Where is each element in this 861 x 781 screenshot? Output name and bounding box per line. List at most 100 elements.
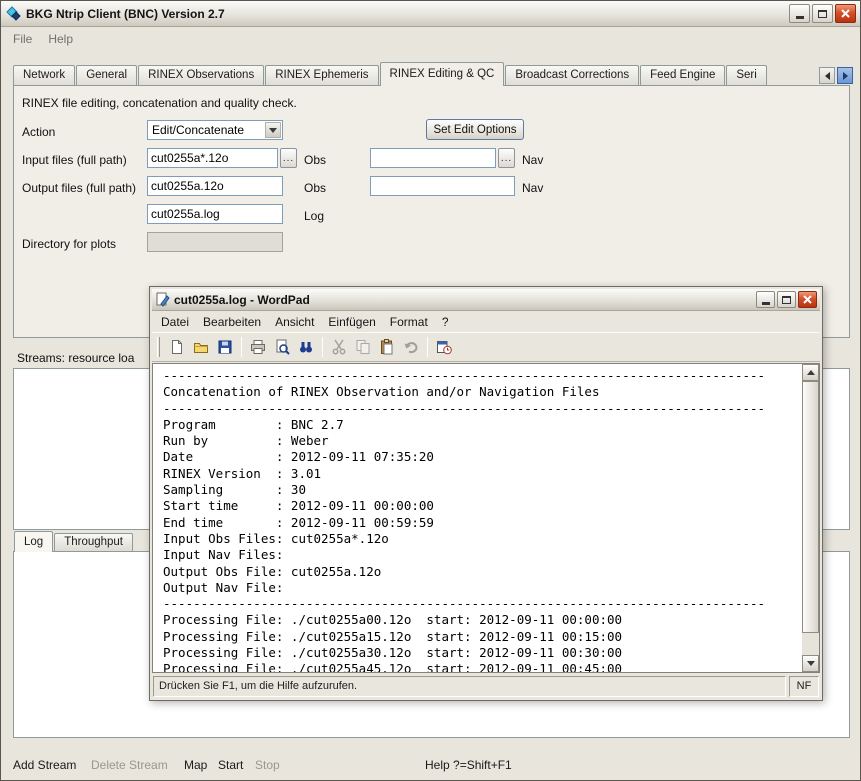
- wordpad-maximize-button[interactable]: [777, 291, 796, 308]
- wordpad-toolbar: [152, 332, 820, 362]
- menu-format[interactable]: Format: [383, 313, 435, 331]
- output-nav-field[interactable]: [370, 176, 515, 196]
- input-obs-field[interactable]: [147, 148, 278, 168]
- combo-dropdown-button[interactable]: [265, 122, 281, 138]
- insert-datetime-button[interactable]: [432, 335, 456, 359]
- wordpad-menubar: Datei Bearbeiten Ansicht Einfügen Format…: [152, 312, 820, 332]
- log-line: Processing File: ./cut0255a45.12o start:…: [163, 661, 802, 672]
- streams-label: Streams: resource loa: [17, 351, 134, 365]
- menu-help[interactable]: Help: [40, 30, 81, 48]
- copy-icon: [355, 339, 371, 355]
- bnc-main-window: BKG Ntrip Client (BNC) Version 2.7 File …: [0, 0, 861, 781]
- undo-button[interactable]: [399, 335, 423, 359]
- log-line: End time : 2012-09-11 00:59:59: [163, 515, 802, 531]
- log-file-field[interactable]: [147, 204, 283, 224]
- cut-icon: [331, 339, 347, 355]
- log-line: Program : BNC 2.7: [163, 417, 802, 433]
- help-shortcut-label[interactable]: Help ?=Shift+F1: [425, 758, 512, 772]
- tab-rinex-observations[interactable]: RINEX Observations: [138, 65, 264, 85]
- window-title: BKG Ntrip Client (BNC) Version 2.7: [26, 7, 789, 21]
- paste-button[interactable]: [375, 335, 399, 359]
- delete-stream-button[interactable]: Delete Stream: [91, 758, 168, 772]
- close-icon: [803, 295, 812, 304]
- tab-general[interactable]: General: [76, 65, 137, 85]
- output-nav-suffix-label: Nav: [522, 181, 543, 195]
- tab-network[interactable]: Network: [13, 65, 75, 85]
- status-message: Drücken Sie F1, um die Hilfe aufzurufen.: [153, 676, 786, 697]
- tab-log[interactable]: Log: [14, 531, 53, 552]
- save-icon: [217, 339, 233, 355]
- map-button[interactable]: Map: [184, 758, 207, 772]
- tab-rinex-editing-qc[interactable]: RINEX Editing & QC: [380, 62, 505, 86]
- copy-button[interactable]: [351, 335, 375, 359]
- menu-bearbeiten[interactable]: Bearbeiten: [196, 313, 268, 331]
- wordpad-document-text[interactable]: ----------------------------------------…: [153, 364, 802, 672]
- tab-feed-engine[interactable]: Feed Engine: [640, 65, 725, 85]
- output-files-label: Output files (full path): [22, 181, 136, 195]
- toolbar-separator: [427, 337, 428, 357]
- log-line: Concatenation of RINEX Observation and/o…: [163, 384, 802, 400]
- tab-serial[interactable]: Seri: [726, 65, 766, 85]
- scroll-up-button[interactable]: [802, 364, 819, 381]
- tab-scroll-left-button[interactable]: [819, 67, 835, 84]
- wordpad-titlebar: cut0255a.log - WordPad: [152, 289, 820, 311]
- print-button[interactable]: [246, 335, 270, 359]
- cut-button[interactable]: [327, 335, 351, 359]
- output-obs-field[interactable]: [147, 176, 283, 196]
- log-line: Output Obs File: cut0255a.12o: [163, 564, 802, 580]
- menu-datei[interactable]: Datei: [154, 313, 196, 331]
- print-icon: [250, 339, 266, 355]
- tab-broadcast-corrections[interactable]: Broadcast Corrections: [505, 65, 639, 85]
- close-button[interactable]: [835, 4, 856, 23]
- add-stream-button[interactable]: Add Stream: [13, 758, 76, 772]
- new-document-button[interactable]: [165, 335, 189, 359]
- minimize-button[interactable]: [789, 4, 810, 23]
- maximize-icon: [782, 296, 791, 304]
- save-button[interactable]: [213, 335, 237, 359]
- find-icon: [298, 339, 314, 355]
- menu-file[interactable]: File: [5, 30, 40, 48]
- maximize-icon: [818, 10, 827, 18]
- tab-rinex-ephemeris[interactable]: RINEX Ephemeris: [265, 65, 378, 85]
- plots-dir-field[interactable]: [147, 232, 283, 252]
- open-folder-button[interactable]: [189, 335, 213, 359]
- scrollbar-thumb[interactable]: [802, 381, 819, 633]
- set-edit-options-button[interactable]: Set Edit Options: [426, 119, 524, 140]
- find-button[interactable]: [294, 335, 318, 359]
- log-tabbar: Log Throughput: [14, 531, 134, 552]
- maximize-button[interactable]: [812, 4, 833, 23]
- minimize-icon: [762, 302, 770, 305]
- scroll-down-button[interactable]: [802, 655, 819, 672]
- wordpad-window: cut0255a.log - WordPad Datei Bearbeiten …: [149, 286, 823, 701]
- insert-datetime-icon: [436, 339, 452, 355]
- print-preview-button[interactable]: [270, 335, 294, 359]
- menu-ansicht[interactable]: Ansicht: [268, 313, 321, 331]
- log-line: Sampling : 30: [163, 482, 802, 498]
- vertical-scrollbar[interactable]: [802, 364, 819, 672]
- log-line: ----------------------------------------…: [163, 401, 802, 417]
- menu-einfuegen[interactable]: Einfügen: [321, 313, 382, 331]
- log-line: Output Nav File:: [163, 580, 802, 596]
- tab-scroll-right-button[interactable]: [837, 67, 853, 84]
- log-line: Processing File: ./cut0255a30.12o start:…: [163, 645, 802, 661]
- tab-throughput[interactable]: Throughput: [54, 533, 133, 551]
- undo-icon: [403, 339, 419, 355]
- menu-hilfe[interactable]: ?: [435, 313, 456, 331]
- window-controls: [789, 4, 856, 23]
- toolbar-grip[interactable]: [157, 337, 160, 357]
- wordpad-close-button[interactable]: [798, 291, 817, 308]
- stop-button[interactable]: Stop: [255, 758, 280, 772]
- log-line: Date : 2012-09-11 07:35:20: [163, 449, 802, 465]
- main-titlebar: BKG Ntrip Client (BNC) Version 2.7: [1, 1, 860, 27]
- action-combobox[interactable]: Edit/Concatenate: [147, 120, 283, 140]
- wordpad-document-area[interactable]: ----------------------------------------…: [152, 363, 820, 673]
- tab-scroll-buttons: [819, 67, 853, 84]
- input-nav-field[interactable]: [370, 148, 496, 168]
- browse-input-obs-button[interactable]: ...: [280, 148, 297, 168]
- main-menubar: File Help: [1, 28, 81, 50]
- browse-input-nav-button[interactable]: ...: [498, 148, 515, 168]
- action-value: Edit/Concatenate: [152, 123, 244, 137]
- bnc-app-icon: [5, 6, 21, 22]
- start-button[interactable]: Start: [218, 758, 243, 772]
- wordpad-minimize-button[interactable]: [756, 291, 775, 308]
